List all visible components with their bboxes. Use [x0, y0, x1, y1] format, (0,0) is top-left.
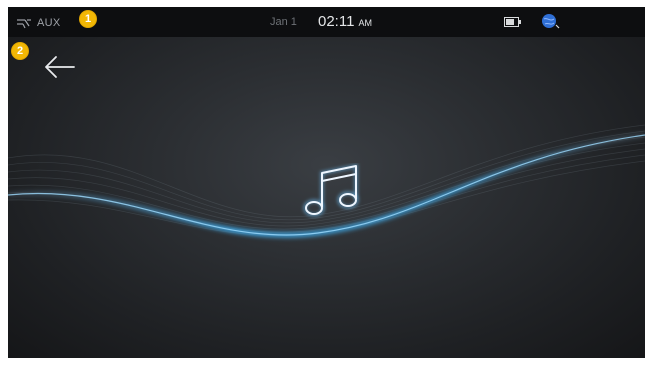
battery-icon	[504, 17, 521, 27]
back-button[interactable]	[41, 53, 77, 81]
aux-source-icon	[17, 19, 31, 29]
head-unit-screen: AUX Jan 1 02:11 AM	[8, 7, 645, 358]
status-time: 02:11 AM	[318, 13, 372, 30]
time-value: 02:11	[318, 13, 355, 30]
globe-icon	[542, 14, 560, 29]
music-note-icon	[303, 163, 359, 217]
source-label: AUX	[37, 17, 61, 29]
source-indicator: AUX	[16, 15, 61, 31]
status-bar: AUX Jan 1 02:11 AM	[8, 7, 645, 37]
back-arrow-icon	[45, 56, 75, 78]
status-date: Jan 1	[270, 16, 297, 28]
callout-badge-1: 1	[80, 11, 96, 27]
callout-badge-2: 2	[12, 43, 28, 59]
time-ampm: AM	[358, 18, 372, 28]
